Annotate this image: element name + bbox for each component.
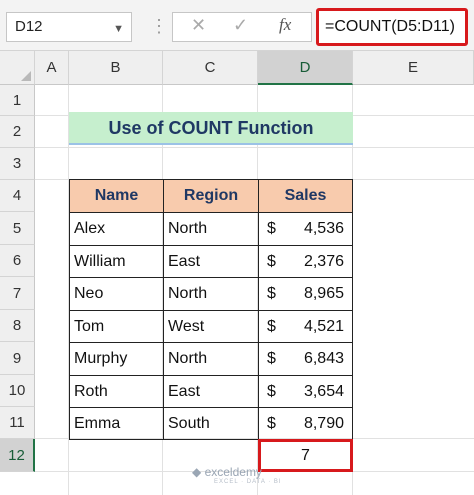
chevron-down-icon[interactable]: ▼ [113, 15, 124, 43]
cell-region[interactable]: North [163, 342, 259, 376]
result-cell[interactable]: 7 [258, 439, 353, 472]
sales-value: 2,376 [303, 252, 344, 270]
cell-sales[interactable]: $ 3,654 [258, 375, 353, 408]
column-header-a[interactable]: A [35, 51, 69, 85]
currency-symbol: $ [267, 317, 276, 335]
cell-sales[interactable]: $ 4,521 [258, 310, 353, 343]
column-header-d[interactable]: D [258, 51, 353, 85]
cell-sales[interactable]: $ 2,376 [258, 245, 353, 278]
row-header-10[interactable]: 10 [0, 375, 35, 407]
sheet-title[interactable]: Use of COUNT Function [69, 112, 353, 145]
watermark-logo: ◆ exceldemy [192, 465, 262, 479]
formula-input[interactable]: =COUNT(D5:D11) [316, 8, 468, 46]
row-header-9[interactable]: 9 [0, 342, 35, 375]
sales-value: 6,843 [303, 350, 344, 367]
cell-sales[interactable]: $ 4,536 [258, 212, 353, 246]
watermark-tagline: EXCEL · DATA · BI [214, 479, 282, 485]
row-header-6[interactable]: 6 [0, 245, 35, 277]
insert-function-icon[interactable]: fx [279, 15, 291, 35]
cell-sales[interactable]: $ 6,843 [258, 342, 353, 376]
select-all-icon [21, 71, 31, 81]
cell-region[interactable]: South [163, 407, 259, 440]
cell-region[interactable]: East [163, 245, 259, 278]
column-header-e[interactable]: E [353, 51, 474, 85]
sales-value: 4,521 [303, 317, 344, 335]
currency-symbol: $ [267, 350, 276, 367]
cell-region[interactable]: West [163, 310, 259, 343]
sales-value: 8,965 [303, 285, 344, 302]
sales-value: 4,536 [303, 220, 344, 237]
sales-value: 3,654 [303, 382, 344, 400]
cell-name[interactable]: Roth [69, 375, 164, 408]
column-header-c[interactable]: C [163, 51, 258, 85]
row-header-3[interactable]: 3 [0, 148, 35, 180]
row-header-2[interactable]: 2 [0, 116, 35, 148]
row-header-1[interactable]: 1 [0, 85, 35, 116]
cell-sales[interactable]: $ 8,965 [258, 277, 353, 311]
cell-name[interactable]: Emma [69, 407, 164, 440]
select-all-corner[interactable] [0, 51, 35, 85]
row-header-8[interactable]: 8 [0, 310, 35, 342]
row-header-4[interactable]: 4 [0, 180, 35, 212]
currency-symbol: $ [267, 414, 276, 432]
cell-name[interactable]: William [69, 245, 164, 278]
cell-sales[interactable]: $ 8,790 [258, 407, 353, 440]
header-sales[interactable]: Sales [258, 179, 353, 213]
gridline [35, 147, 474, 148]
name-box[interactable]: D12 ▼ [6, 12, 132, 42]
sales-value: 8,790 [303, 414, 344, 432]
cancel-icon[interactable]: ✕ [191, 15, 206, 36]
cell-name[interactable]: Murphy [69, 342, 164, 376]
more-options-icon[interactable]: ⋮ [150, 12, 168, 40]
row-header-11[interactable]: 11 [0, 407, 35, 439]
header-name[interactable]: Name [69, 179, 164, 213]
formula-controls: ✕ ✓ fx [172, 12, 312, 42]
cell-region[interactable]: East [163, 375, 259, 408]
cell-name[interactable]: Neo [69, 277, 164, 311]
currency-symbol: $ [267, 285, 276, 302]
column-header-b[interactable]: B [69, 51, 163, 85]
currency-symbol: $ [267, 382, 276, 400]
currency-symbol: $ [267, 220, 276, 237]
enter-icon[interactable]: ✓ [233, 15, 248, 36]
row-header-12[interactable]: 12 [0, 439, 35, 472]
watermark-name: exceldemy [204, 465, 262, 479]
name-box-value: D12 [15, 18, 43, 35]
cell-name[interactable]: Tom [69, 310, 164, 343]
cell-region[interactable]: North [163, 212, 259, 246]
header-region[interactable]: Region [163, 179, 259, 213]
currency-symbol: $ [267, 252, 276, 270]
watermark-logo-icon: ◆ [192, 465, 202, 479]
cell-region[interactable]: North [163, 277, 259, 311]
row-header-7[interactable]: 7 [0, 277, 35, 310]
cell-name[interactable]: Alex [69, 212, 164, 246]
formula-bar-area: D12 ▼ ⋮ ✕ ✓ fx =COUNT(D5:D11) [0, 0, 474, 51]
row-header-5[interactable]: 5 [0, 212, 35, 245]
